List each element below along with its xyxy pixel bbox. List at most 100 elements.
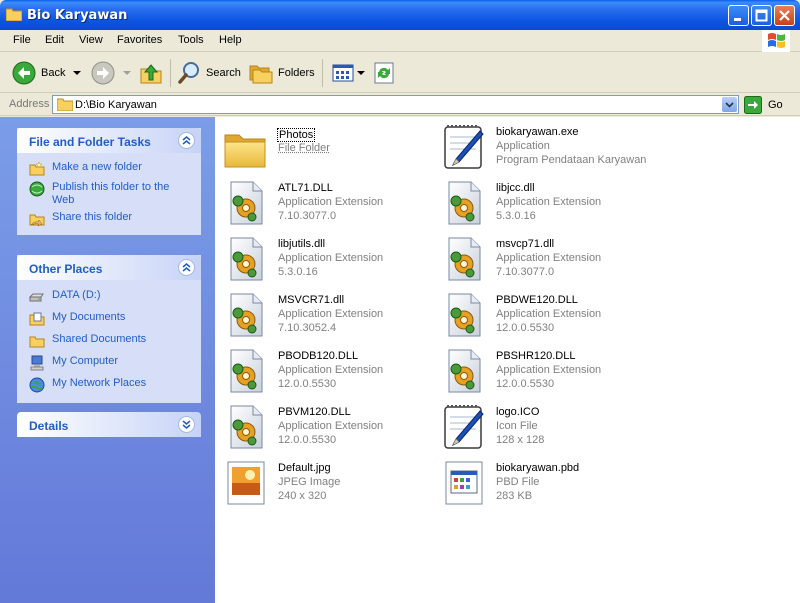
folder-icon — [222, 125, 270, 173]
other-places-header[interactable]: Other Places — [17, 255, 201, 280]
menu-view[interactable]: View — [79, 34, 103, 46]
place-data-drive[interactable]: DATA (D:) — [29, 289, 191, 305]
maximize-icon — [755, 9, 768, 22]
file-item-default-jpg[interactable]: Default.jpg JPEG Image 240 x 320 — [222, 459, 437, 511]
hard-drive-icon — [29, 293, 44, 302]
my-computer-icon — [30, 355, 44, 371]
close-icon — [779, 10, 790, 21]
toolbar-separator — [322, 59, 323, 87]
place-my-documents[interactable]: My Documents — [29, 311, 191, 327]
publish-folder-link[interactable]: Publish this folder to the Web — [29, 181, 191, 207]
shared-documents-icon — [29, 336, 45, 348]
collapse-chevron-icon[interactable] — [178, 132, 195, 149]
minimize-icon — [734, 18, 741, 21]
menu-edit[interactable]: Edit — [45, 34, 64, 46]
file-item-pbvm120-dll[interactable]: PBVM120.DLL Application Extension 12.0.0… — [222, 403, 437, 455]
toolbar-separator — [170, 59, 171, 87]
menu-bar: File Edit View Favorites Tools Help — [0, 30, 800, 52]
expand-chevron-icon[interactable] — [178, 416, 195, 433]
dll-icon — [222, 403, 270, 451]
folder-icon — [6, 8, 22, 21]
file-item-biokaryawan-exe[interactable]: biokaryawan.exe Application Program Pend… — [440, 123, 655, 175]
views-dropdown-icon[interactable] — [357, 70, 365, 76]
address-dropdown-button[interactable] — [722, 97, 737, 112]
sync-button[interactable] — [374, 57, 394, 89]
forward-button[interactable] — [91, 57, 131, 89]
file-item-msvcr71-dll[interactable]: MSVCR71.dll Application Extension 7.10.3… — [222, 291, 437, 343]
up-folder-icon — [140, 64, 162, 84]
details-header[interactable]: Details — [17, 412, 201, 437]
jpeg-image-icon — [222, 459, 270, 507]
windows-logo-icon — [762, 30, 790, 52]
dll-icon — [440, 291, 488, 339]
place-my-network-places[interactable]: My Network Places — [29, 377, 191, 393]
address-label: Address — [9, 98, 50, 110]
menu-favorites[interactable]: Favorites — [117, 34, 162, 46]
exe-pen-icon — [440, 123, 488, 171]
task-pane: File and Folder Tasks Make a new folder … — [0, 117, 215, 603]
details-panel: Details — [17, 412, 201, 437]
file-item-libjcc-dll[interactable]: libjcc.dll Application Extension 5.3.0.1… — [440, 179, 655, 231]
network-places-icon — [29, 377, 45, 393]
dll-icon — [440, 179, 488, 227]
views-button[interactable] — [332, 57, 365, 89]
file-item-pbshr120-dll[interactable]: PBSHR120.DLL Application Extension 12.0.… — [440, 347, 655, 399]
dll-icon — [222, 291, 270, 339]
make-new-folder-link[interactable]: Make a new folder — [29, 161, 191, 177]
file-folder-tasks-header[interactable]: File and Folder Tasks — [17, 128, 201, 153]
search-button[interactable]: Search — [177, 57, 241, 89]
maximize-button[interactable] — [751, 5, 772, 26]
file-item-pbodb120-dll[interactable]: PBODB120.DLL Application Extension 12.0.… — [222, 347, 437, 399]
share-folder-icon — [29, 214, 45, 227]
views-icon — [332, 64, 354, 82]
collapse-chevron-icon[interactable] — [178, 259, 195, 276]
toolbar: Back Search Folders — [0, 53, 800, 93]
forward-dropdown-icon[interactable] — [123, 70, 131, 76]
sync-icon — [374, 62, 394, 84]
menu-file[interactable]: File — [13, 34, 31, 46]
go-arrow-icon — [744, 96, 762, 114]
place-shared-documents[interactable]: Shared Documents — [29, 333, 191, 349]
file-item-pbdwe120-dll[interactable]: PBDWE120.DLL Application Extension 12.0.… — [440, 291, 655, 343]
file-item-msvcp71-dll[interactable]: msvcp71.dll Application Extension 7.10.3… — [440, 235, 655, 287]
new-folder-icon — [29, 161, 45, 176]
file-item-photos[interactable]: Photos File Folder — [222, 125, 437, 177]
back-dropdown-icon[interactable] — [73, 70, 82, 76]
folders-button[interactable]: Folders — [249, 57, 315, 89]
file-item-libjutils-dll[interactable]: libjutils.dll Application Extension 5.3.… — [222, 235, 437, 287]
dll-icon — [440, 235, 488, 283]
publish-web-icon — [29, 181, 45, 197]
search-icon — [178, 62, 199, 84]
address-path: D:\Bio Karyawan — [75, 99, 157, 111]
other-places-title: Other Places — [29, 262, 103, 276]
back-label: Back — [41, 67, 66, 79]
share-folder-link[interactable]: Share this folder — [29, 211, 191, 227]
window-title: Bio Karyawan — [27, 8, 128, 23]
dll-icon — [222, 235, 270, 283]
file-item-biokaryawan-pbd[interactable]: biokaryawan.pbd PBD File 283 KB — [440, 459, 655, 511]
file-folder-tasks-title: File and Folder Tasks — [29, 135, 151, 149]
go-label: Go — [768, 99, 783, 111]
minimize-button[interactable] — [728, 5, 749, 26]
back-button[interactable]: Back — [12, 57, 82, 89]
up-folder-button[interactable] — [140, 57, 162, 89]
file-list-view[interactable]: Photos File Folder biokaryawan.exe Appli… — [215, 117, 800, 603]
folders-icon — [249, 65, 273, 84]
menu-help[interactable]: Help — [219, 34, 242, 46]
file-item-atl71-dll[interactable]: ATL71.DLL Application Extension 7.10.307… — [222, 179, 437, 231]
address-bar: Address D:\Bio Karyawan Go — [0, 94, 800, 116]
folder-icon — [57, 98, 73, 111]
folders-label: Folders — [278, 67, 315, 79]
address-input[interactable]: D:\Bio Karyawan — [52, 95, 739, 114]
close-button[interactable] — [774, 5, 795, 26]
file-item-logo-ico[interactable]: logo.ICO Icon File 128 x 128 — [440, 403, 655, 455]
place-my-computer[interactable]: My Computer — [29, 355, 191, 371]
dll-icon — [440, 347, 488, 395]
other-places-panel: Other Places DATA (D:) My Documents Shar… — [17, 255, 201, 403]
forward-arrow-icon — [91, 61, 115, 85]
title-bar[interactable]: Bio Karyawan — [0, 0, 800, 30]
dll-icon — [222, 179, 270, 227]
go-button[interactable]: Go — [744, 96, 783, 114]
search-label: Search — [206, 67, 241, 79]
menu-tools[interactable]: Tools — [178, 34, 204, 46]
